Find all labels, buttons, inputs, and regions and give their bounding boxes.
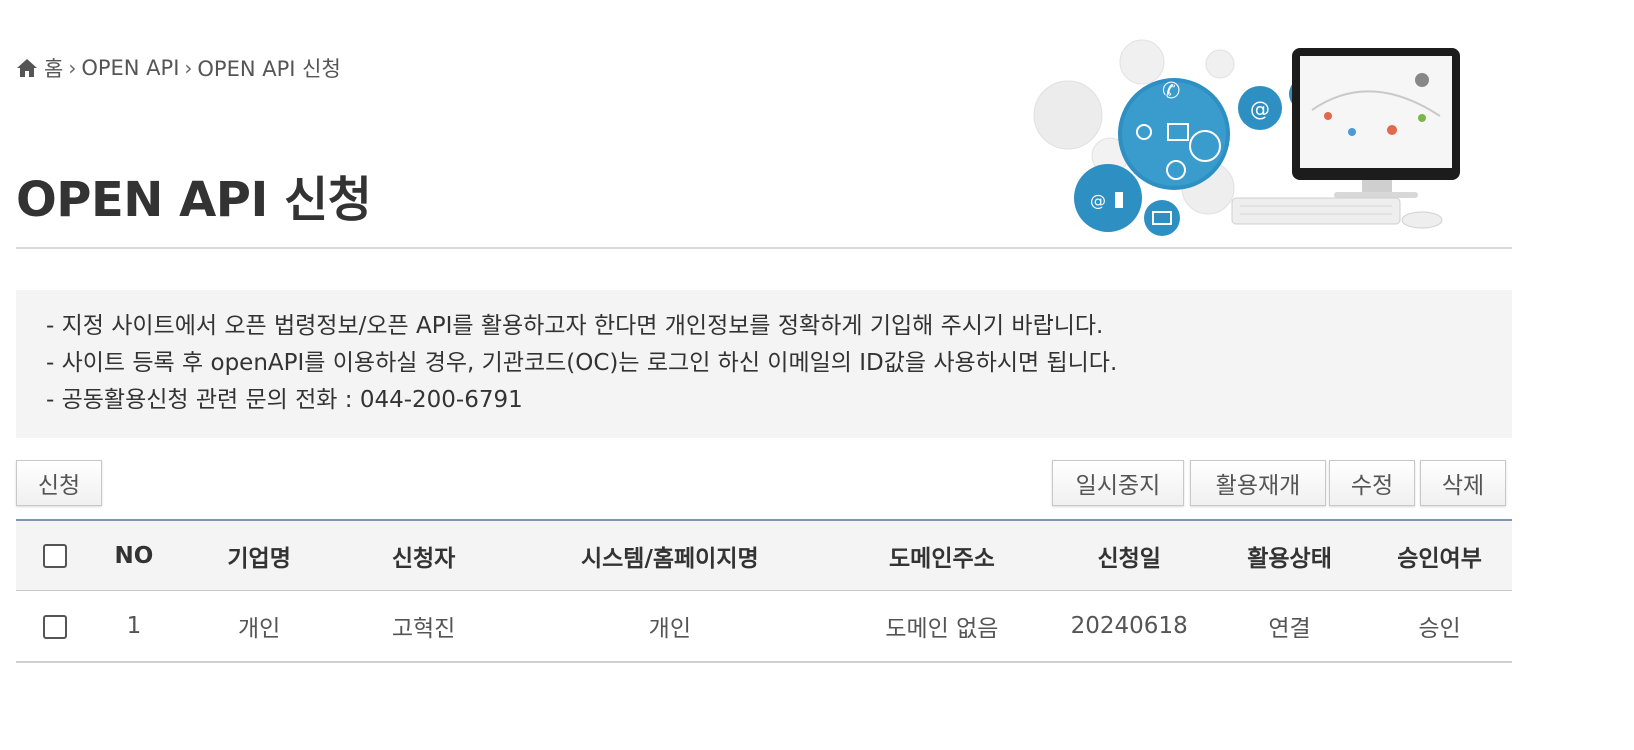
table-cell-company: 개인 [237,616,281,642]
breadcrumb-home-link[interactable]: 홈 [44,53,63,83]
table-row[interactable]: 1 개인 고혁진 개인 도메인 없음 20240618 연결 승인 [16,591,1512,663]
table-cell-approval: 승인 [1418,616,1461,642]
application-table: NO 기업명 신청자 시스템/홈페이지명 도메인주소 신청일 활용상태 승인여부… [16,519,1512,663]
chevron-right-icon: › [184,56,193,80]
column-header: 시스템/홈페이지명 [580,545,759,572]
table-cell-no: 1 [126,613,142,639]
home-icon[interactable] [16,57,38,79]
table-cell-status: 연결 [1268,616,1311,642]
svg-text:✆: ✆ [1162,79,1180,104]
row-select-cell [16,591,95,663]
suspend-button[interactable]: 일시중지 [1052,460,1184,506]
table-cell-domain: 도메인 없음 [885,616,999,642]
notice-line: - 지정 사이트에서 오픈 법령정보/오픈 API를 활용하고자 한다면 개인정… [46,313,1104,339]
column-header: 승인여부 [1397,545,1482,572]
breadcrumb: 홈 › OPEN API › OPEN API 신청 [16,54,341,82]
column-header: NO [114,542,154,569]
title-divider [16,247,1512,249]
resume-button[interactable]: 활용재개 [1190,460,1326,506]
breadcrumb-current: OPEN API 신청 [197,57,341,81]
svg-text:@: @ [1090,191,1106,210]
notice-box: - 지정 사이트에서 오픈 법령정보/오픈 API를 활용하고자 한다면 개인정… [16,290,1512,438]
breadcrumb-open-api-link[interactable]: OPEN API [81,56,179,80]
table-cell-applicant: 고혁진 [391,616,456,642]
select-all-cell [16,520,95,591]
notice-line: - 공동활용신청 관련 문의 전화 : 044-200-6791 [46,387,523,413]
delete-button[interactable]: 삭제 [1420,460,1506,506]
row-checkbox[interactable] [43,614,68,639]
column-header: 신청자 [391,545,456,572]
column-header: 기업명 [227,545,291,572]
chevron-right-icon: › [68,56,77,80]
column-header: 신청일 [1097,545,1161,572]
table-cell-system-name: 개인 [648,616,691,642]
table-header-row: NO 기업명 신청자 시스템/홈페이지명 도메인주소 신청일 활용상태 승인여부 [16,520,1512,591]
select-all-checkbox[interactable] [43,544,68,568]
edit-button[interactable]: 수정 [1329,460,1415,506]
table-cell-date: 20240618 [1070,613,1188,639]
computer-network-illustration: ✆ @ @ [1030,20,1510,250]
svg-text:@: @ [1250,97,1270,121]
page-title: OPEN API 신청 [16,172,372,228]
column-header: 도메인주소 [889,545,995,572]
column-header: 활용상태 [1247,545,1332,572]
notice-line: - 사이트 등록 후 openAPI를 이용하실 경우, 기관코드(OC)는 로… [46,350,1118,376]
apply-button[interactable]: 신청 [16,460,102,506]
